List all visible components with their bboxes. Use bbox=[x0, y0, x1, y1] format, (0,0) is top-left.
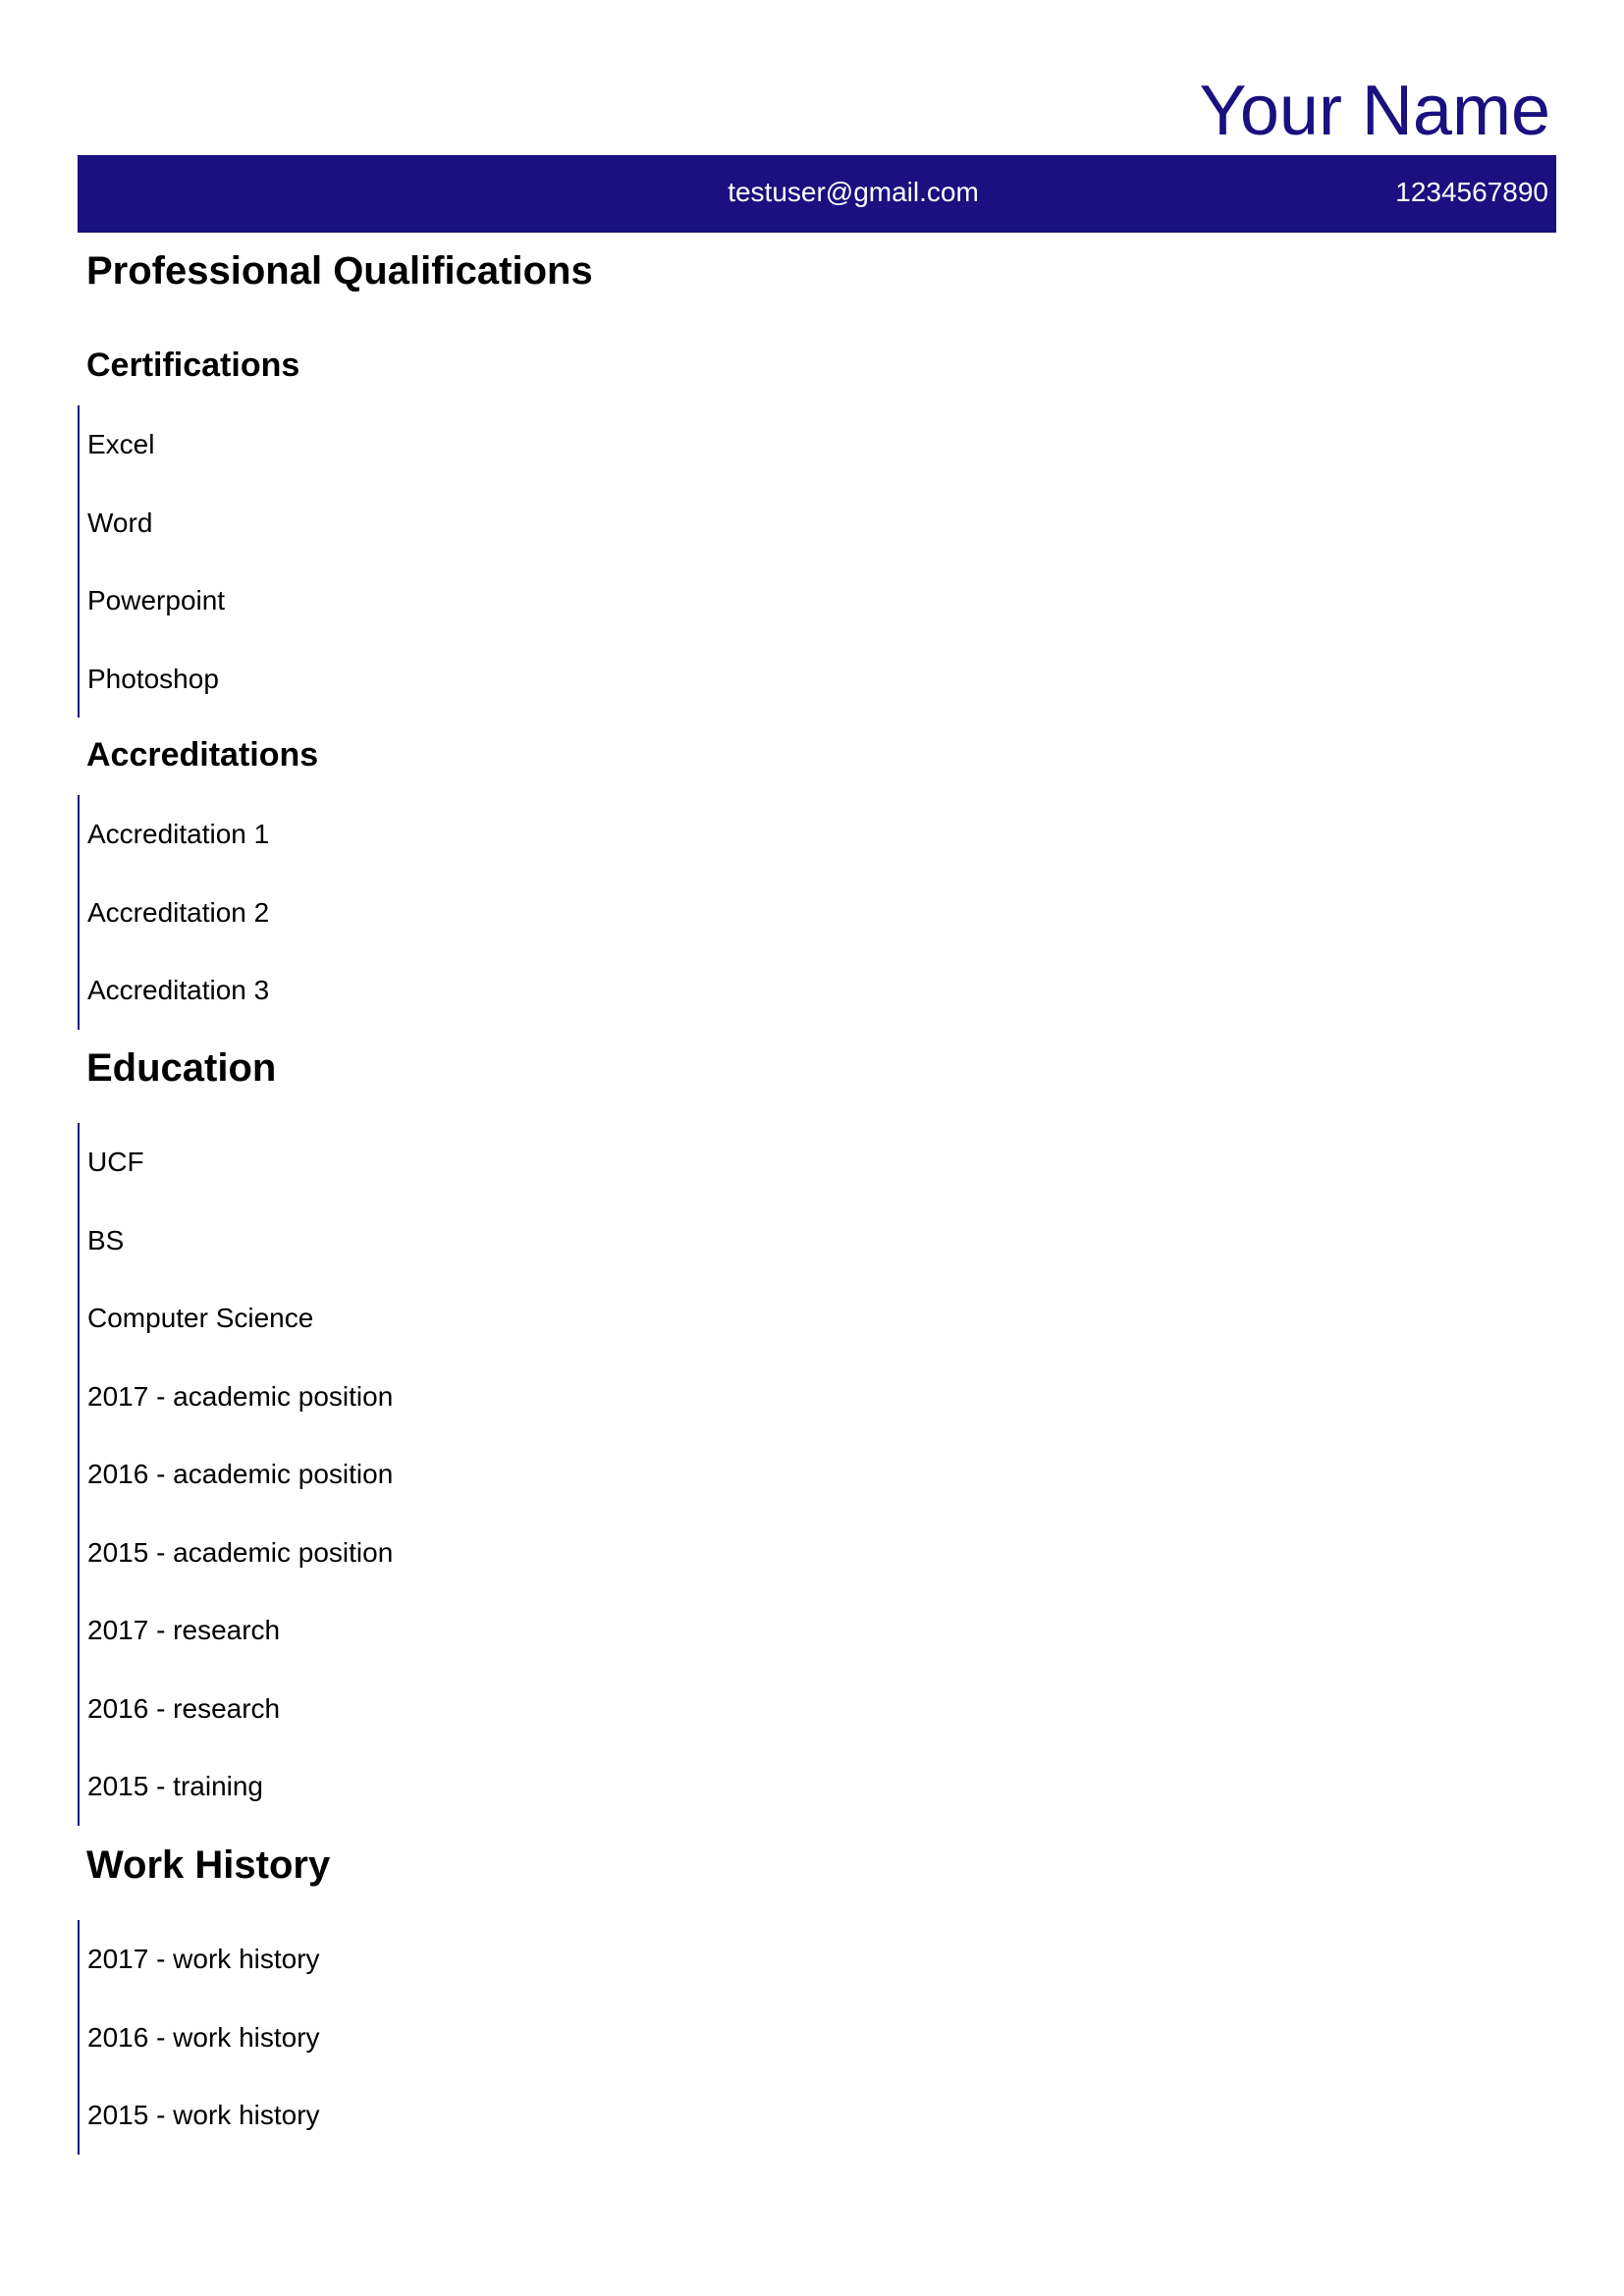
work-history-list: 2017 - work history 2016 - work history … bbox=[78, 1920, 320, 2155]
list-item: Computer Science bbox=[87, 1303, 314, 1333]
subsection-title-accreditations: Accreditations bbox=[86, 736, 319, 774]
list-item: 2017 - work history bbox=[87, 1944, 320, 1974]
list-item: UCF bbox=[87, 1147, 144, 1177]
contact-phone: 1234567890 bbox=[1395, 177, 1548, 207]
list-item: 2015 - academic position bbox=[87, 1536, 394, 1568]
list-item: 2015 - training bbox=[87, 1771, 264, 1801]
list-item: 2017 - academic position bbox=[87, 1380, 394, 1412]
list-item: Accreditation 1 bbox=[87, 819, 270, 849]
certifications-list: Excel Word Powerpoint Photoshop bbox=[78, 405, 225, 718]
list-item: 2016 - research bbox=[87, 1692, 281, 1724]
contact-bar: testuser@gmail.com 1234567890 bbox=[78, 155, 1556, 233]
list-item: Accreditation 2 bbox=[87, 896, 270, 928]
education-list: UCF BS Computer Science 2017 - academic … bbox=[78, 1123, 393, 1826]
contact-email: testuser@gmail.com bbox=[728, 177, 979, 207]
list-item: 2015 - work history bbox=[87, 2100, 320, 2130]
subsection-title-certifications: Certifications bbox=[86, 347, 300, 384]
list-item: Powerpoint bbox=[87, 585, 226, 615]
list-item: Excel bbox=[87, 429, 155, 459]
list-item: BS bbox=[87, 1224, 125, 1255]
list-item: Word bbox=[87, 507, 153, 538]
list-item: 2016 - work history bbox=[87, 2021, 320, 2053]
list-item: Photoshop bbox=[87, 663, 219, 694]
accreditations-list: Accreditation 1 Accreditation 2 Accredit… bbox=[78, 795, 269, 1030]
section-title-education: Education bbox=[86, 1046, 277, 1090]
list-item: 2016 - academic position bbox=[87, 1459, 394, 1489]
section-title-work-history: Work History bbox=[86, 1843, 331, 1887]
list-item: 2017 - research bbox=[87, 1615, 281, 1645]
list-item: Accreditation 3 bbox=[87, 975, 270, 1005]
section-title-professional-qualifications: Professional Qualifications bbox=[86, 249, 593, 293]
resume-name: Your Name bbox=[1199, 72, 1550, 150]
